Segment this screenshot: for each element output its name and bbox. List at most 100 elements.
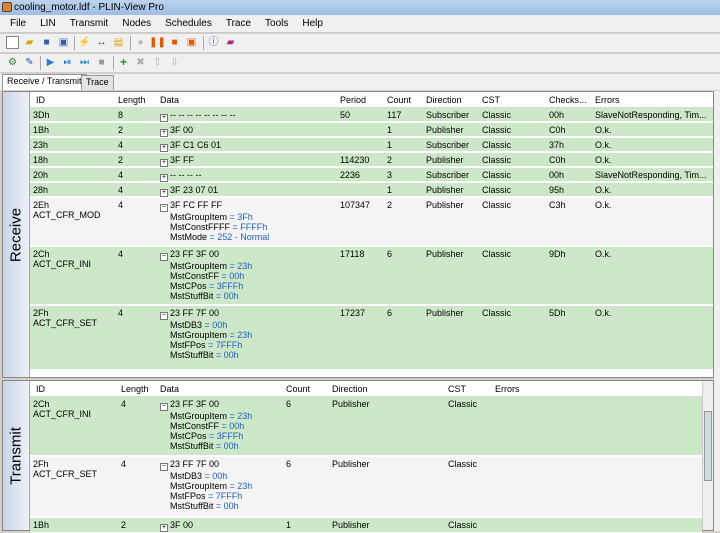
frame-id: 2Eh [33, 200, 50, 210]
col-checksum[interactable]: Checks... [549, 95, 587, 105]
signal: MstStuffBit = 00h [160, 291, 252, 301]
help-book-icon[interactable]: ▰ [224, 36, 237, 49]
signal-value: 00h [223, 350, 239, 360]
col-length[interactable]: Length [121, 384, 149, 394]
frame-length: 2 [118, 125, 124, 135]
delete-icon[interactable]: ✖ [134, 56, 147, 69]
view-tabs: Receive / Transmit Trace [0, 74, 720, 90]
menu-tools[interactable]: Tools [258, 15, 295, 33]
expand-icon[interactable]: + [160, 174, 168, 182]
new-file-icon[interactable] [6, 36, 19, 49]
stop-icon[interactable]: ■ [168, 36, 181, 49]
menu-trace[interactable]: Trace [219, 15, 258, 33]
collapse-icon[interactable]: − [160, 403, 168, 411]
menu-nodes[interactable]: Nodes [115, 15, 158, 33]
frame-direction: Publisher [426, 200, 464, 210]
col-id[interactable]: ID [36, 384, 45, 394]
main-toolbar: ▰ ■ ▣ ⚡ ↔ ▤ ● ❚❚ ■ ▣ ⓘ ▰ [0, 34, 720, 53]
transmit-pane: Transmit ID Length Data Count Direction … [2, 380, 714, 533]
menu-file[interactable]: File [0, 15, 33, 33]
move-down-icon[interactable]: ⇩ [168, 56, 181, 69]
frame-period: 2236 [340, 170, 361, 180]
menu-help[interactable]: Help [295, 15, 330, 33]
pause-icon[interactable]: ❚❚ [149, 36, 166, 49]
receive-row[interactable]: 23h 4 +3F C1 C6 01 1 Subscriber Classic 37h O.k… [30, 138, 713, 152]
transmit-row[interactable]: 2Ch ACT_CFR_INI 4 −23 FF 3F 00 MstGroupItem … [30, 397, 702, 456]
record-icon[interactable]: ● [134, 36, 147, 49]
transmit-scroll-thumb[interactable] [704, 411, 712, 481]
nodes-icon[interactable]: ⚙ [6, 56, 19, 69]
signal-equals: = [206, 431, 217, 441]
signal-value: 252 - Normal [217, 232, 270, 242]
save-icon[interactable]: ■ [40, 36, 53, 49]
col-length[interactable]: Length [118, 95, 146, 105]
reset-icon[interactable]: ▣ [185, 36, 198, 49]
menu-schedules[interactable]: Schedules [158, 15, 219, 33]
receive-row[interactable]: 2Eh ACT_CFR_MOD 4 −3F FC FF FF MstGroupItem … [30, 198, 713, 246]
frame-direction: Publisher [332, 459, 370, 469]
receive-row[interactable]: 28h 4 +3F 23 07 01 1 Publisher Classic 95h O.k. [30, 183, 713, 197]
data-bytes: 23 FF 3F 00 [170, 399, 220, 409]
frame-length: 4 [118, 200, 124, 210]
frame-direction: Publisher [426, 155, 464, 165]
col-data[interactable]: Data [160, 95, 179, 105]
disconnect-icon[interactable]: ↔ [95, 36, 108, 49]
col-data[interactable]: Data [160, 384, 179, 394]
transmit-row[interactable]: 2Fh ACT_CFR_SET 4−23 FF 7F 00 MstDB3 = 00h M… [30, 457, 702, 517]
signal-name: MstMode [170, 232, 208, 242]
col-cst[interactable]: CST [482, 95, 500, 105]
col-count[interactable]: Count [387, 95, 411, 105]
expand-icon[interactable]: + [160, 189, 168, 197]
col-errors[interactable]: Errors [595, 95, 620, 105]
col-errors[interactable]: Errors [495, 384, 520, 394]
col-period[interactable]: Period [340, 95, 366, 105]
expand-icon[interactable]: + [160, 114, 168, 122]
expand-icon[interactable]: + [160, 144, 168, 152]
window-title-bar: cooling_motor.ldf - PLIN-View Pro [0, 0, 720, 15]
data-bytes: 3F FC FF FF [170, 200, 222, 210]
add-icon[interactable]: + [117, 56, 130, 69]
collapse-icon[interactable]: − [160, 253, 168, 261]
collapse-icon[interactable]: − [160, 463, 168, 471]
receive-row[interactable]: 2Ch ACT_CFR_INI 4 −23 FF 3F 00 MstGroupItem … [30, 247, 713, 305]
signal-value: 00h [223, 501, 239, 511]
save-as-icon[interactable]: ▣ [57, 36, 70, 49]
tab-receive-transmit[interactable]: Receive / Transmit [2, 74, 87, 90]
transmit-scrollbar[interactable] [702, 381, 713, 530]
receive-row[interactable]: 20h 4 + -- -- -- -- 2236 3 Subscriber Classic 00… [30, 168, 713, 182]
frame-errors: O.k. [595, 125, 612, 135]
step-icon[interactable]: ⏯ [61, 56, 74, 69]
receive-row[interactable]: 2Fh ACT_CFR_SET 4−23 FF 7F 00 MstDB3 = 00h M… [30, 306, 713, 370]
collapse-icon[interactable]: − [160, 312, 168, 320]
play-icon[interactable]: ▶ [44, 56, 57, 69]
col-cst[interactable]: CST [448, 384, 466, 394]
edit-icon[interactable]: ✎ [23, 56, 36, 69]
menu-lin[interactable]: LIN [33, 15, 63, 33]
col-id[interactable]: ID [36, 95, 45, 105]
hardware-icon[interactable]: ▤ [112, 36, 125, 49]
info-icon[interactable]: ⓘ [207, 36, 220, 49]
expand-icon[interactable]: + [160, 129, 168, 137]
col-direction[interactable]: Direction [332, 384, 368, 394]
signal-equals: = [230, 222, 241, 232]
move-up-icon[interactable]: ⇧ [151, 56, 164, 69]
collapse-icon[interactable]: − [160, 204, 168, 212]
frame-cst: Classic [448, 459, 478, 469]
col-direction[interactable]: Direction [426, 95, 462, 105]
connect-icon[interactable]: ⚡ [78, 36, 91, 49]
receive-row[interactable]: 18h 2 +3F FF 114230 2 Publisher Classic C0h O.k. [30, 153, 713, 167]
tab-trace[interactable]: Trace [81, 75, 114, 90]
frame-id: 23h [33, 140, 49, 150]
frame-count: 2 [387, 155, 393, 165]
frame-length: 4 [118, 249, 124, 259]
frame-name: ACT_CFR_INI [33, 259, 92, 269]
stop-transmit-icon[interactable]: ■ [95, 56, 108, 69]
receive-row[interactable]: 1Bh 2 +3F 00 1 Publisher Classic C0h O.k. [30, 123, 713, 137]
frame-cst: Classic [448, 520, 478, 530]
open-folder-icon[interactable]: ▰ [23, 36, 36, 49]
expand-icon[interactable]: + [160, 159, 168, 167]
col-count[interactable]: Count [286, 384, 310, 394]
receive-row[interactable]: 3Dh 8 + -- -- -- -- -- -- -- -- 50 117 Subscri… [30, 108, 713, 122]
menu-transmit[interactable]: Transmit [63, 15, 116, 33]
skip-icon[interactable]: ⏭ [78, 56, 91, 69]
